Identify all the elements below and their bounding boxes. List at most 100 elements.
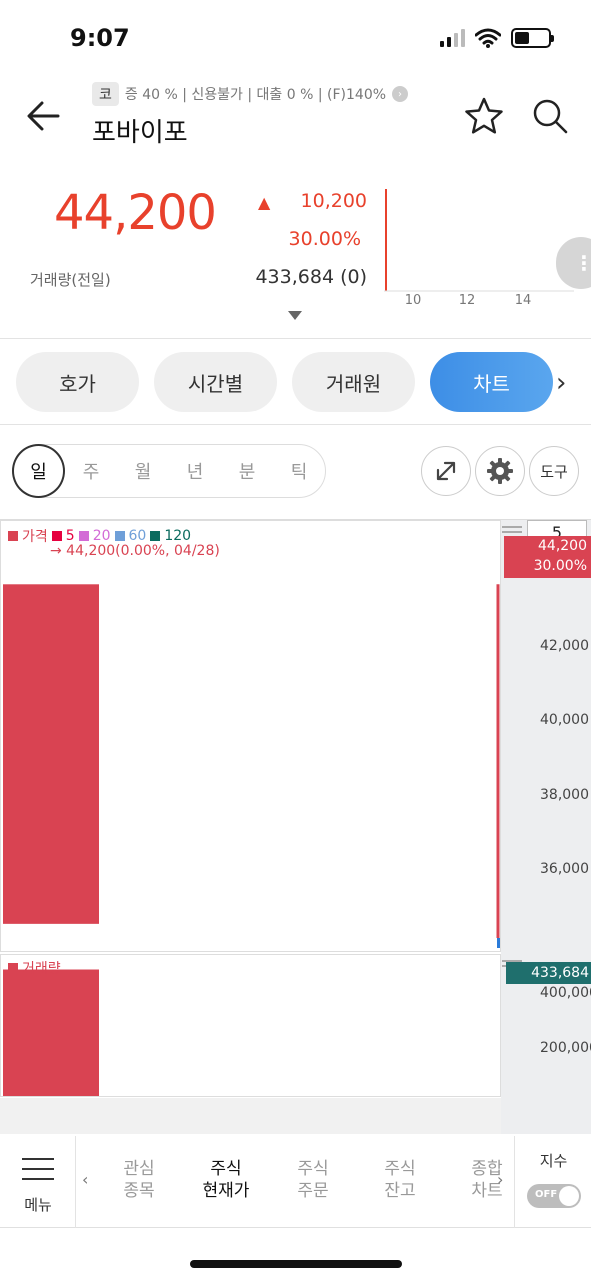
volume-axis-tick: 200,000: [540, 1040, 591, 1056]
search-button[interactable]: [530, 96, 570, 136]
stock-chart[interactable]: 가격 5 20 60 120 → 44,200(0.00%, 04/28) 5 …: [0, 519, 591, 1134]
battery-icon: [511, 28, 554, 48]
tab-orderbook[interactable]: 호가: [16, 352, 139, 412]
scroll-position-marker: [497, 938, 500, 948]
divider: [0, 338, 591, 339]
intraday-mini-chart[interactable]: 10 12 14: [384, 187, 574, 307]
period-day[interactable]: 일: [12, 444, 66, 498]
period-month[interactable]: 월: [117, 458, 169, 484]
volume-legend: 거래량: [8, 958, 61, 978]
price-axis-tick: 42,000: [540, 638, 589, 654]
price-chart-plot[interactable]: [0, 520, 501, 952]
tabs-next-chevron-icon[interactable]: ›: [556, 368, 566, 398]
period-minute[interactable]: 분: [221, 458, 273, 484]
expand-icon: [436, 461, 456, 481]
divider: [0, 424, 591, 425]
chart-tools-button[interactable]: 도구: [529, 446, 579, 496]
nav-item-line: 관심: [123, 1159, 155, 1179]
legend-ma20: 20: [92, 528, 111, 544]
gear-icon: [487, 458, 513, 484]
price-axis-tick: 40,000: [540, 712, 589, 728]
mini-chart-tick: 12: [459, 293, 476, 307]
period-week[interactable]: 주: [65, 458, 117, 484]
legend-ma60: 60: [128, 528, 147, 544]
volume-value: 433,684 (0): [255, 266, 367, 288]
change-amount: 10,200: [300, 190, 367, 212]
wifi-icon: [475, 28, 501, 48]
tab-brokers[interactable]: 거래원: [292, 352, 415, 412]
nav-item-line: 종합: [471, 1159, 503, 1179]
nav-item-order[interactable]: 주식 주문: [278, 1158, 348, 1202]
chevron-right-icon: ›: [392, 86, 409, 102]
period-selector: 일 주 월 년 분 틱: [12, 444, 326, 498]
nav-item-current-price[interactable]: 주식 현재가: [191, 1158, 261, 1202]
index-toggle-area: 지수 OFF: [514, 1136, 591, 1228]
volume-axis-tick: 400,000: [540, 985, 591, 1001]
status-bar: 9:07: [0, 0, 591, 80]
last-value-readout: → 44,200(0.00%, 04/28): [50, 543, 220, 559]
nav-item-line: 차트: [471, 1181, 503, 1201]
fullscreen-button[interactable]: [421, 446, 471, 496]
nav-item-line: 종목: [123, 1181, 155, 1201]
nav-item-line: 주식: [384, 1159, 416, 1179]
nav-item-watchlist[interactable]: 관심 종목: [104, 1158, 174, 1202]
legend-ma5: 5: [65, 528, 75, 544]
star-icon: [465, 97, 503, 134]
index-toggle[interactable]: OFF: [527, 1184, 581, 1208]
price-candle: [3, 584, 99, 924]
change-percent: 30.00%: [288, 228, 361, 250]
current-volume-tag: 433,684: [506, 962, 591, 984]
volume-chart-plot[interactable]: [0, 952, 501, 1134]
chart-settings-button[interactable]: [475, 446, 525, 496]
nav-prev-chevron-icon[interactable]: ‹: [82, 1170, 88, 1189]
current-price-tag: 44,200 30.00%: [504, 536, 591, 578]
favorite-button[interactable]: [464, 96, 504, 136]
stock-header: 코 증 40 % | 신용불가 | 대출 0 % | (F)140% › 포바이…: [0, 80, 591, 160]
nav-item-total-chart[interactable]: 종합 차트: [452, 1158, 522, 1202]
up-arrow-icon: ▲: [258, 193, 271, 212]
nav-item-line: 주식: [297, 1159, 329, 1179]
period-year[interactable]: 년: [169, 458, 221, 484]
cellular-signal-icon: [440, 29, 465, 47]
price-tag-value: 44,200: [538, 538, 587, 554]
legend-price: 가격: [22, 529, 48, 545]
toggle-knob: [559, 1186, 579, 1206]
legend-ma120: 120: [164, 528, 192, 544]
tab-by-time[interactable]: 시간별: [154, 352, 277, 412]
bottom-nav: 메뉴 ‹ 관심 종목 주식 현재가 주식 주문 주식 잔고 종합 차트 › 지수…: [0, 1136, 591, 1228]
menu-button[interactable]: 메뉴: [0, 1136, 76, 1228]
tab-chart[interactable]: 차트: [430, 352, 553, 412]
detail-tabs: 호가 시간별 거래원 차트: [16, 352, 553, 412]
nav-item-line: 주문: [297, 1181, 329, 1201]
expand-caret-icon[interactable]: [288, 311, 302, 320]
volume-legend-label: 거래량: [22, 961, 61, 977]
back-button[interactable]: [24, 94, 64, 138]
more-vertical-icon: ⋮: [574, 251, 591, 275]
volume-label: 거래량(전일): [30, 271, 111, 289]
period-tick[interactable]: 틱: [273, 458, 325, 484]
current-price: 44,200: [54, 185, 217, 241]
stock-name[interactable]: 포바이포: [92, 112, 188, 149]
legend-swatch: [114, 531, 125, 541]
price-tag-percent: 30.00%: [533, 558, 587, 574]
home-indicator[interactable]: [190, 1260, 402, 1268]
stock-tags-text: 증 40 % | 신용불가 | 대출 0 % | (F)140%: [124, 87, 387, 103]
legend-swatch: [150, 531, 161, 541]
price-axis-tick: 38,000: [540, 787, 589, 803]
index-toggle-text: OFF: [535, 1189, 558, 1200]
nav-item-line: 현재가: [202, 1181, 250, 1201]
legend-swatch: [78, 531, 89, 541]
stock-tags[interactable]: 코 증 40 % | 신용불가 | 대출 0 % | (F)140% ›: [92, 82, 409, 106]
legend-swatch: [8, 963, 18, 973]
menu-label: 메뉴: [24, 1196, 52, 1214]
legend-swatch: [51, 531, 62, 541]
nav-item-balance[interactable]: 주식 잔고: [365, 1158, 435, 1202]
search-icon: [533, 99, 568, 134]
market-chip: 코: [92, 82, 119, 106]
mini-chart-tick: 10: [405, 293, 422, 307]
price-axis-tick: 36,000: [540, 861, 589, 877]
legend-swatch: [8, 531, 18, 541]
nav-item-line: 잔고: [384, 1181, 416, 1201]
chart-scroll-area: [0, 1098, 501, 1134]
nav-next-chevron-icon[interactable]: ›: [497, 1170, 503, 1189]
